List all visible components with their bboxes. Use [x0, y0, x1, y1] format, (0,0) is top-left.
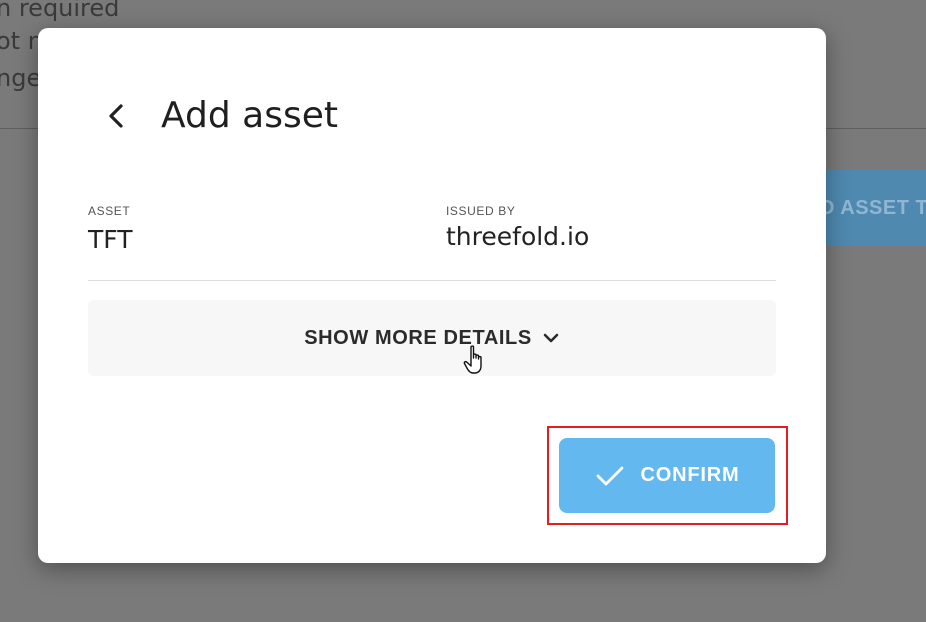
dialog-title: Add asset	[161, 95, 338, 136]
background-text-line: nge	[0, 64, 42, 92]
issued-by-value: threefold.io	[446, 222, 590, 251]
show-more-details-label: SHOW MORE DETAILS	[304, 326, 532, 349]
show-more-details-button[interactable]: SHOW MORE DETAILS	[88, 300, 776, 376]
asset-label: ASSET	[88, 204, 131, 218]
confirm-highlight-box	[547, 426, 788, 525]
background-text-line: n required	[0, 0, 120, 22]
back-button[interactable]	[98, 94, 134, 138]
issued-by-label: ISSUED BY	[446, 204, 516, 218]
hand-cursor-icon	[463, 345, 489, 380]
background-text-line: ot n	[0, 27, 43, 55]
asset-value: TFT	[88, 225, 133, 254]
chevron-left-icon	[109, 104, 123, 128]
divider	[88, 280, 776, 281]
chevron-down-icon	[542, 332, 560, 344]
